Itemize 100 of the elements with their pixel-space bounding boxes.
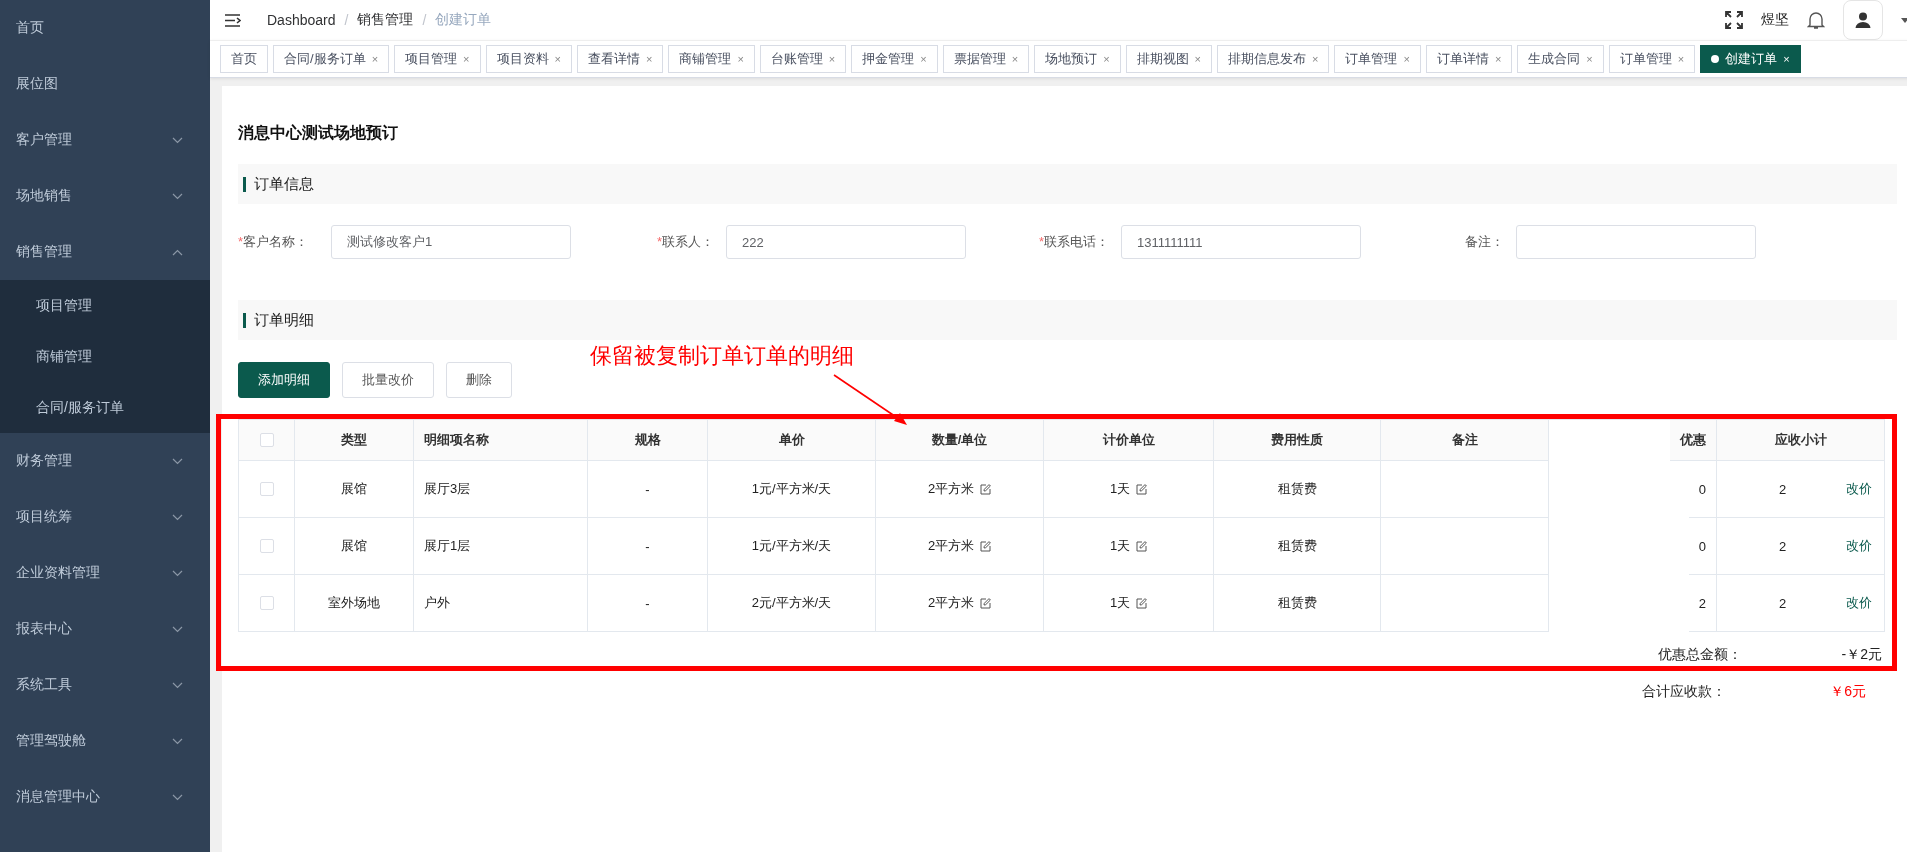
close-icon[interactable]: ×: [1403, 53, 1410, 65]
close-icon[interactable]: ×: [1783, 53, 1790, 65]
table-cell: 2平方米: [927, 480, 975, 498]
close-icon[interactable]: ×: [920, 53, 927, 65]
menu-item[interactable]: 报表中心: [0, 601, 210, 657]
submenu-item[interactable]: 合同/服务订单: [0, 382, 210, 433]
table-cell: -: [645, 538, 650, 554]
menu-item[interactable]: 管理驾驶舱: [0, 713, 210, 769]
checkbox[interactable]: [259, 539, 274, 553]
reprice-link[interactable]: 改价: [1846, 594, 1872, 612]
action-button[interactable]: 批量改价: [342, 362, 434, 398]
close-icon[interactable]: ×: [1494, 53, 1502, 65]
edit-icon[interactable]: [980, 597, 992, 609]
menu-item[interactable]: 首页: [0, 0, 210, 56]
close-icon[interactable]: ×: [1194, 53, 1201, 65]
submenu-item[interactable]: 项目管理: [0, 280, 210, 331]
tab[interactable]: 项目管理 ×: [394, 45, 481, 73]
column-header: 明细项名称: [414, 420, 588, 461]
action-button[interactable]: 删除: [446, 362, 512, 398]
menu-item[interactable]: 客户管理: [0, 112, 210, 168]
table-cell: 1天: [1109, 594, 1131, 612]
menu-item[interactable]: 展位图: [0, 56, 210, 112]
checkbox[interactable]: [259, 482, 274, 496]
close-icon[interactable]: ×: [1103, 53, 1110, 65]
tab[interactable]: 排期信息发布 ×: [1217, 45, 1330, 73]
table-cell: 2: [1779, 538, 1787, 554]
bell-icon[interactable]: [1807, 10, 1825, 30]
add-button[interactable]: 添加明细: [238, 362, 330, 398]
close-icon[interactable]: ×: [828, 53, 836, 65]
column-header: 规格: [588, 420, 708, 461]
table-cell: 租赁费: [1277, 594, 1317, 612]
menu-item[interactable]: 财务管理: [0, 433, 210, 489]
close-icon[interactable]: ×: [1677, 53, 1685, 65]
total-value: -￥2元: [1840, 646, 1882, 664]
close-icon[interactable]: ×: [1586, 53, 1593, 65]
caret-icon[interactable]: [1901, 17, 1907, 23]
tab[interactable]: 查看详情 ×: [576, 45, 664, 73]
column-header: 费用性质: [1214, 420, 1381, 461]
table-cell: 1天: [1109, 537, 1131, 555]
tab[interactable]: 创建订单 ×: [1700, 45, 1801, 73]
checkbox[interactable]: [259, 596, 274, 610]
table-cell: 租赁费: [1277, 537, 1317, 555]
tab[interactable]: 场地预订 ×: [1034, 45, 1121, 73]
tab[interactable]: 项目资料 ×: [485, 45, 572, 73]
tab[interactable]: 押金管理 ×: [851, 45, 938, 73]
table-cell: 1元/平方米/天: [751, 480, 832, 498]
close-icon[interactable]: ×: [463, 53, 470, 65]
total-label: 合计应收款：: [1642, 683, 1726, 701]
total-label: 优惠总金额：: [1658, 646, 1742, 664]
input-field[interactable]: 测试修改客户1: [331, 225, 571, 259]
tab[interactable]: 订单管理 ×: [1608, 45, 1696, 73]
menu-item[interactable]: 企业资料管理: [0, 545, 210, 601]
table-cell: -: [645, 481, 650, 497]
tab[interactable]: 台账管理 ×: [759, 45, 847, 73]
menu-icon[interactable]: [225, 13, 241, 27]
tab[interactable]: 排期视图 ×: [1125, 45, 1212, 73]
input-field[interactable]: 222: [726, 225, 966, 259]
tab[interactable]: 首页: [220, 45, 268, 73]
column-header: 单价: [708, 420, 876, 461]
total-value: ￥6元: [1829, 683, 1866, 701]
tab[interactable]: 订单详情 ×: [1425, 45, 1513, 73]
breadcrumb-separator: /: [344, 12, 349, 28]
field-label: *联系人：: [655, 233, 715, 251]
reprice-link[interactable]: 改价: [1846, 537, 1872, 555]
edit-icon[interactable]: [1136, 540, 1148, 552]
close-icon[interactable]: ×: [1011, 53, 1019, 65]
menu-item[interactable]: 系统工具: [0, 657, 210, 713]
tab[interactable]: 订单管理 ×: [1334, 45, 1421, 73]
edit-icon[interactable]: [1136, 597, 1148, 609]
breadcrumb-item[interactable]: 销售管理: [357, 11, 414, 29]
close-icon[interactable]: ×: [645, 53, 653, 65]
close-icon[interactable]: ×: [371, 53, 379, 65]
input-field[interactable]: 1311111111: [1121, 225, 1361, 259]
tab[interactable]: 合同/服务订单 ×: [273, 45, 390, 73]
column-header: 备注: [1381, 420, 1549, 461]
input-field[interactable]: [1516, 225, 1756, 259]
edit-icon[interactable]: [1136, 483, 1148, 495]
close-icon[interactable]: ×: [1312, 53, 1319, 65]
fullscreen-icon[interactable]: [1725, 11, 1743, 29]
tab[interactable]: 商铺管理 ×: [668, 45, 755, 73]
tab[interactable]: 生成合同 ×: [1517, 45, 1604, 73]
reprice-link[interactable]: 改价: [1846, 480, 1872, 498]
menu-item[interactable]: 销售管理: [0, 224, 210, 280]
user-name[interactable]: 煜坚: [1761, 11, 1789, 29]
menu-item[interactable]: 项目统筹: [0, 489, 210, 545]
close-icon[interactable]: ×: [554, 53, 561, 65]
close-icon[interactable]: ×: [737, 53, 744, 65]
table-cell: 2平方米: [927, 594, 975, 612]
edit-icon[interactable]: [980, 483, 992, 495]
submenu-item[interactable]: 商铺管理: [0, 331, 210, 382]
table-cell: 展馆: [341, 537, 367, 555]
menu-item[interactable]: 消息管理中心: [0, 769, 210, 825]
breadcrumb-item[interactable]: Dashboard: [267, 12, 336, 28]
table-cell: 室外场地: [328, 594, 380, 612]
checkbox[interactable]: [259, 433, 274, 447]
menu-item[interactable]: 场地销售: [0, 168, 210, 224]
section-title: 订单信息: [254, 174, 314, 194]
tab[interactable]: 票据管理 ×: [942, 45, 1030, 73]
edit-icon[interactable]: [980, 540, 992, 552]
column-header: 计价单位: [1044, 420, 1214, 461]
